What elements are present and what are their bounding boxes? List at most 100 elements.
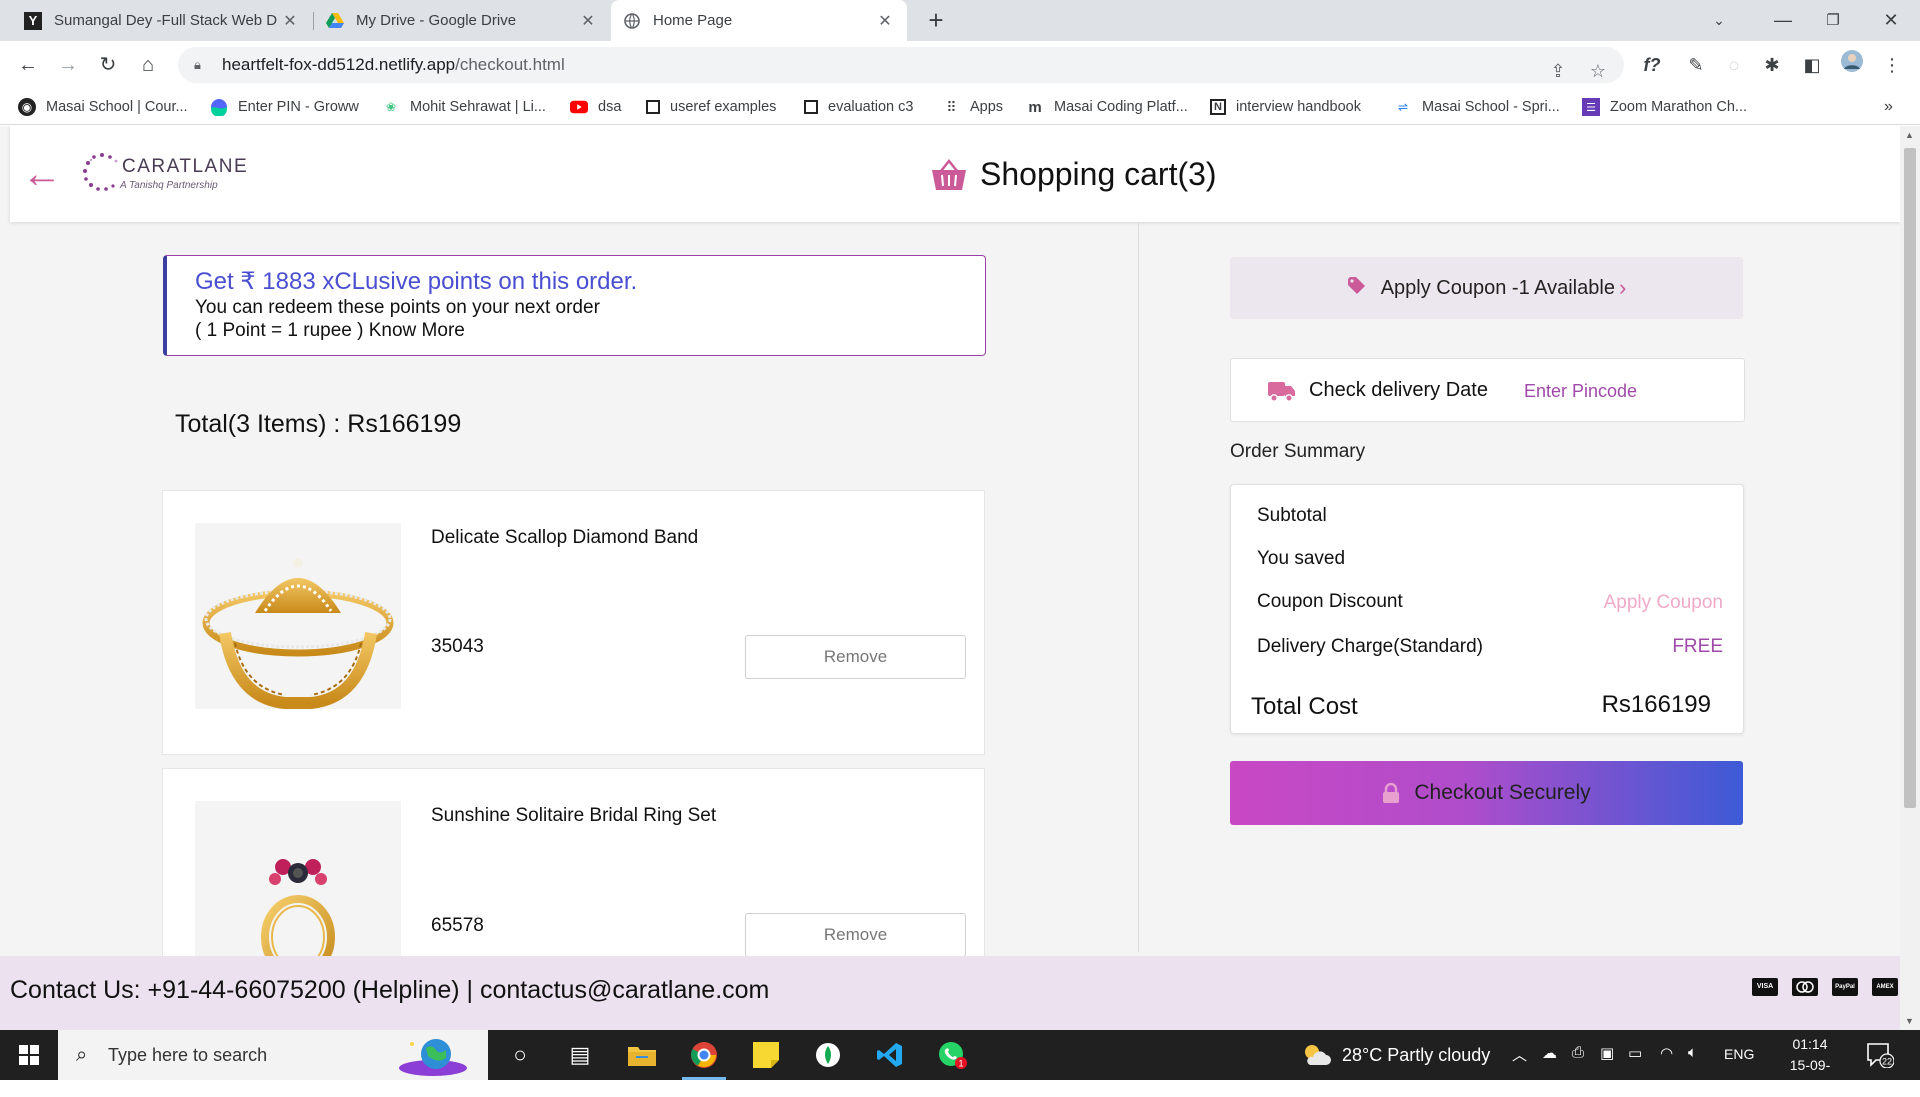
extension-circle-icon[interactable]: ◌ (1718, 49, 1750, 81)
close-icon[interactable]: ✕ (875, 11, 895, 31)
windows-taskbar: ⌕ Type here to search ○ ▤ 1 28°C Partly … (0, 1030, 1920, 1094)
display-icon[interactable]: ▣ (1600, 1044, 1614, 1062)
bookmark-label: interview handbook (1236, 99, 1361, 115)
bookmark-label: Masai Coding Platf... (1054, 99, 1188, 115)
minimize-button[interactable]: — (1760, 0, 1806, 41)
whatsapp-badge: 1 (958, 1059, 963, 1069)
apply-coupon-link[interactable]: Apply Coupon (1604, 592, 1723, 614)
reload-button[interactable]: ↻ (92, 49, 124, 81)
cart-column: Get ₹ 1883 xCLusive points on this order… (0, 222, 1138, 1030)
bookmark-masai-school[interactable]: ◉ Masai School | Cour... (18, 95, 188, 119)
sidepanel-icon[interactable]: ◧ (1796, 49, 1828, 81)
clock[interactable]: 01:14 15-09-2022 (1775, 1034, 1845, 1097)
paypal-icon: PayPal (1832, 978, 1858, 996)
scroll-down-icon[interactable]: ▼ (1905, 1016, 1914, 1026)
file-explorer-icon[interactable] (612, 1030, 672, 1080)
product-name[interactable]: Sunshine Solitaire Bridal Ring Set (431, 805, 731, 827)
font-extension-icon[interactable]: f? (1636, 49, 1668, 81)
mongodb-compass-icon[interactable] (798, 1030, 858, 1080)
tab-search-icon[interactable]: ⌄ (1696, 0, 1742, 41)
avatar[interactable] (1836, 49, 1868, 81)
puzzle-icon[interactable]: ✱ (1756, 49, 1788, 81)
ring-image-icon (202, 558, 394, 709)
mohit-icon: ❀ (385, 100, 397, 114)
product-price: 65578 (431, 915, 484, 936)
bookmark-evaluation[interactable]: evaluation c3 (804, 95, 913, 119)
notification-center-icon[interactable]: 22 (1866, 1042, 1895, 1069)
search-highlight-icon (399, 1039, 467, 1076)
apply-coupon-button[interactable]: Apply Coupon -1 Available › (1230, 257, 1743, 319)
tab-google-drive[interactable]: My Drive - Google Drive ✕ (314, 0, 610, 41)
bookmarks-bar: ◉ Masai School | Cour... Enter PIN - Grow… (0, 89, 1920, 125)
share-icon[interactable]: ⇪ (1542, 55, 1574, 87)
checkout-securely-button[interactable]: Checkout Securely (1230, 761, 1743, 825)
partly-cloudy-icon (1305, 1045, 1331, 1065)
address-bar[interactable]: 🔒︎ heartfelt-fox-dd512d.netlify.app/chec… (178, 47, 1624, 83)
onedrive-icon[interactable]: ☁ (1542, 1044, 1557, 1062)
more-bookmarks-icon[interactable]: » (1884, 95, 1893, 119)
windows-logo-icon (19, 1045, 39, 1065)
remove-button[interactable]: Remove (745, 635, 966, 679)
device-icon[interactable]: ⎙ (1572, 1044, 1584, 1061)
forward-button[interactable]: → (52, 49, 84, 81)
scroll-up-icon[interactable]: ▲ (1905, 130, 1914, 140)
sticky-notes-icon[interactable] (736, 1030, 796, 1080)
bookmark-dsa[interactable]: dsa (570, 95, 621, 119)
tab-home-page[interactable]: Home Page ✕ (611, 0, 907, 41)
cart-total-line: Total(3 Items) : Rs166199 (175, 410, 462, 438)
enter-pincode-link[interactable]: Enter Pincode (1524, 381, 1637, 402)
remove-button[interactable]: Remove (745, 913, 966, 957)
taskbar-search[interactable]: ⌕ Type here to search (58, 1030, 488, 1080)
bookmark-mohit[interactable]: ❀ Mohit Sehrawat | Li... (382, 95, 546, 119)
close-icon[interactable]: ✕ (280, 11, 300, 31)
bookmark-masai-sprint[interactable]: ⇌ Masai School - Spri... (1394, 95, 1560, 119)
points-know-more[interactable]: ( 1 Point = 1 rupee ) Know More (195, 319, 985, 342)
folder-icon (804, 100, 818, 114)
bookmark-masai-coding[interactable]: m Masai Coding Platf... (1026, 95, 1188, 119)
coupon-discount-label: Coupon Discount (1257, 591, 1403, 612)
product-image[interactable] (195, 523, 401, 709)
restore-button[interactable]: ❐ (1810, 0, 1856, 41)
whatsapp-icon[interactable]: 1 (922, 1030, 982, 1080)
battery-icon[interactable]: ▭ (1628, 1044, 1642, 1062)
bookmark-interview[interactable]: Ninterview handbook (1210, 95, 1361, 119)
subtotal-label: Subtotal (1257, 505, 1327, 526)
vscode-icon[interactable] (860, 1030, 920, 1080)
bookmark-label: evaluation c3 (828, 99, 914, 115)
widgets-icon[interactable]: ▤ (550, 1030, 610, 1080)
volume-icon[interactable]: 🔈︎ (1688, 1044, 1697, 1061)
home-button[interactable]: ⌂ (132, 49, 164, 81)
checkout-label: Checkout Securely (1414, 781, 1591, 804)
bookmark-apps[interactable]: ⠿ Apps (942, 95, 1003, 119)
chevron-up-icon[interactable]: ︿ (1512, 1044, 1527, 1065)
tab-sumangal[interactable]: Y Sumangal Dey -Full Stack Web D ✕ (12, 0, 312, 41)
page-scrollbar[interactable]: ▲ ▼ (1900, 126, 1920, 1030)
start-button[interactable] (0, 1030, 58, 1080)
caratlane-logo[interactable]: CARATLANE A Tanishq Partnership (82, 152, 247, 200)
new-tab-button[interactable]: + (920, 4, 952, 36)
close-icon[interactable]: ✕ (578, 11, 598, 31)
wifi-icon[interactable]: ◠ (1660, 1044, 1673, 1062)
back-arrow-icon[interactable]: ← (22, 154, 62, 194)
scrollbar-thumb[interactable] (1904, 148, 1916, 808)
language-indicator[interactable]: ENG (1724, 1046, 1754, 1062)
menu-icon[interactable]: ⋮ (1876, 49, 1908, 81)
brand-name: CARATLANE (122, 156, 249, 177)
star-icon[interactable]: ☆ (1582, 55, 1614, 87)
bookmark-zoom[interactable]: ☰ Zoom Marathon Ch... (1582, 95, 1747, 119)
weather-widget[interactable]: 28°C Partly cloudy (1302, 1043, 1490, 1067)
bookmark-useref[interactable]: useref examples (646, 95, 776, 119)
product-name[interactable]: Delicate Scallop Diamond Band (431, 527, 731, 549)
mastercard-icon (1792, 978, 1818, 996)
window-close-button[interactable]: ✕ (1868, 0, 1914, 41)
task-view-icon[interactable]: ○ (490, 1030, 550, 1080)
cart-title-text: Shopping cart(3) (980, 156, 1217, 192)
pen-extension-icon[interactable]: ✎ (1680, 49, 1712, 81)
brand-tagline: A Tanishq Partnership (120, 180, 218, 191)
back-button[interactable]: ← (12, 49, 44, 81)
column-divider (1138, 222, 1139, 952)
total-cost-value: Rs166199 (1601, 691, 1711, 718)
notification-count: 22 (1882, 1057, 1892, 1067)
bookmark-groww[interactable]: Enter PIN - Groww (210, 95, 359, 119)
chrome-icon[interactable] (674, 1030, 734, 1080)
